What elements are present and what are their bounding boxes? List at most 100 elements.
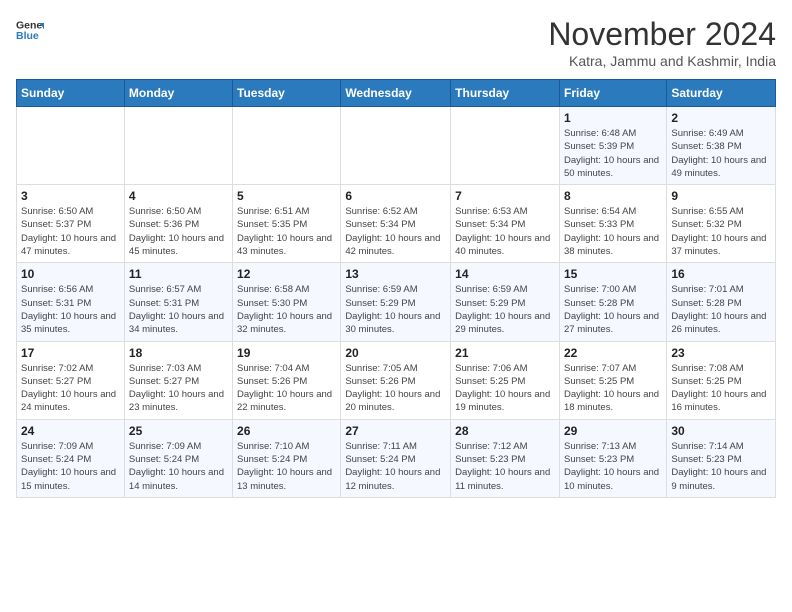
day-info: Sunrise: 7:12 AMSunset: 5:23 PMDaylight:… xyxy=(455,440,555,493)
day-info: Sunrise: 7:06 AMSunset: 5:25 PMDaylight:… xyxy=(455,362,555,415)
day-number: 30 xyxy=(671,424,771,438)
day-info: Sunrise: 7:07 AMSunset: 5:25 PMDaylight:… xyxy=(564,362,662,415)
table-cell: 23 Sunrise: 7:08 AMSunset: 5:25 PMDayligh… xyxy=(667,341,776,419)
header-monday: Monday xyxy=(124,80,232,107)
table-cell xyxy=(124,107,232,185)
header-thursday: Thursday xyxy=(451,80,560,107)
table-cell xyxy=(17,107,125,185)
day-info: Sunrise: 7:03 AMSunset: 5:27 PMDaylight:… xyxy=(129,362,228,415)
table-cell: 15 Sunrise: 7:00 AMSunset: 5:28 PMDayligh… xyxy=(559,263,666,341)
day-info: Sunrise: 7:14 AMSunset: 5:23 PMDaylight:… xyxy=(671,440,771,493)
day-info: Sunrise: 6:58 AMSunset: 5:30 PMDaylight:… xyxy=(237,283,336,336)
day-info: Sunrise: 6:48 AMSunset: 5:39 PMDaylight:… xyxy=(564,127,662,180)
table-cell: 7 Sunrise: 6:53 AMSunset: 5:34 PMDaylight… xyxy=(451,185,560,263)
table-cell: 16 Sunrise: 7:01 AMSunset: 5:28 PMDayligh… xyxy=(667,263,776,341)
week-row-4: 17 Sunrise: 7:02 AMSunset: 5:27 PMDayligh… xyxy=(17,341,776,419)
table-cell: 28 Sunrise: 7:12 AMSunset: 5:23 PMDayligh… xyxy=(451,419,560,497)
table-cell: 8 Sunrise: 6:54 AMSunset: 5:33 PMDaylight… xyxy=(559,185,666,263)
table-cell xyxy=(233,107,341,185)
table-cell: 19Sunrise: 7:04 AMSunset: 5:26 PMDayligh… xyxy=(233,341,341,419)
table-cell: 20Sunrise: 7:05 AMSunset: 5:26 PMDayligh… xyxy=(341,341,451,419)
day-number: 27 xyxy=(345,424,446,438)
day-info: Sunrise: 7:13 AMSunset: 5:23 PMDaylight:… xyxy=(564,440,662,493)
day-number: 16 xyxy=(671,267,771,281)
title-block: November 2024 Katra, Jammu and Kashmir, … xyxy=(548,16,776,69)
week-row-3: 10Sunrise: 6:56 AMSunset: 5:31 PMDayligh… xyxy=(17,263,776,341)
table-cell: 9 Sunrise: 6:55 AMSunset: 5:32 PMDaylight… xyxy=(667,185,776,263)
day-number: 9 xyxy=(671,189,771,203)
weekday-header-row: Sunday Monday Tuesday Wednesday Thursday… xyxy=(17,80,776,107)
logo: General Blue xyxy=(16,16,44,44)
day-number: 13 xyxy=(345,267,446,281)
day-info: Sunrise: 7:11 AMSunset: 5:24 PMDaylight:… xyxy=(345,440,446,493)
day-info: Sunrise: 7:08 AMSunset: 5:25 PMDaylight:… xyxy=(671,362,771,415)
table-cell: 27 Sunrise: 7:11 AMSunset: 5:24 PMDayligh… xyxy=(341,419,451,497)
day-number: 10 xyxy=(21,267,120,281)
day-info: Sunrise: 7:02 AMSunset: 5:27 PMDaylight:… xyxy=(21,362,120,415)
logo-icon: General Blue xyxy=(16,16,44,44)
day-info: Sunrise: 6:50 AMSunset: 5:36 PMDaylight:… xyxy=(129,205,228,258)
header-saturday: Saturday xyxy=(667,80,776,107)
day-number: 24 xyxy=(21,424,120,438)
day-number: 14 xyxy=(455,267,555,281)
table-cell: 12 Sunrise: 6:58 AMSunset: 5:30 PMDayligh… xyxy=(233,263,341,341)
table-cell: 21 Sunrise: 7:06 AMSunset: 5:25 PMDayligh… xyxy=(451,341,560,419)
table-cell: 25Sunrise: 7:09 AMSunset: 5:24 PMDayligh… xyxy=(124,419,232,497)
table-cell xyxy=(341,107,451,185)
day-info: Sunrise: 6:57 AMSunset: 5:31 PMDaylight:… xyxy=(129,283,228,336)
calendar-title: November 2024 xyxy=(548,16,776,53)
day-info: Sunrise: 7:00 AMSunset: 5:28 PMDaylight:… xyxy=(564,283,662,336)
day-number: 8 xyxy=(564,189,662,203)
day-number: 26 xyxy=(237,424,336,438)
table-cell: 29 Sunrise: 7:13 AMSunset: 5:23 PMDayligh… xyxy=(559,419,666,497)
day-number: 12 xyxy=(237,267,336,281)
table-cell: 26 Sunrise: 7:10 AMSunset: 5:24 PMDayligh… xyxy=(233,419,341,497)
header-wednesday: Wednesday xyxy=(341,80,451,107)
day-number: 17 xyxy=(21,346,120,360)
table-cell: 14Sunrise: 6:59 AMSunset: 5:29 PMDayligh… xyxy=(451,263,560,341)
day-number: 15 xyxy=(564,267,662,281)
week-row-5: 24 Sunrise: 7:09 AMSunset: 5:24 PMDayligh… xyxy=(17,419,776,497)
table-cell: 6 Sunrise: 6:52 AMSunset: 5:34 PMDaylight… xyxy=(341,185,451,263)
day-number: 5 xyxy=(237,189,336,203)
day-number: 28 xyxy=(455,424,555,438)
day-number: 6 xyxy=(345,189,446,203)
week-row-2: 3Sunrise: 6:50 AMSunset: 5:37 PMDaylight… xyxy=(17,185,776,263)
day-info: Sunrise: 7:01 AMSunset: 5:28 PMDaylight:… xyxy=(671,283,771,336)
day-number: 25 xyxy=(129,424,228,438)
header-tuesday: Tuesday xyxy=(233,80,341,107)
day-number: 2 xyxy=(671,111,771,125)
day-number: 29 xyxy=(564,424,662,438)
day-info: Sunrise: 6:59 AMSunset: 5:29 PMDaylight:… xyxy=(345,283,446,336)
day-number: 20 xyxy=(345,346,446,360)
header-friday: Friday xyxy=(559,80,666,107)
day-number: 22 xyxy=(564,346,662,360)
day-number: 23 xyxy=(671,346,771,360)
day-info: Sunrise: 6:51 AMSunset: 5:35 PMDaylight:… xyxy=(237,205,336,258)
day-number: 19 xyxy=(237,346,336,360)
day-info: Sunrise: 6:53 AMSunset: 5:34 PMDaylight:… xyxy=(455,205,555,258)
day-info: Sunrise: 6:49 AMSunset: 5:38 PMDaylight:… xyxy=(671,127,771,180)
table-cell: 17 Sunrise: 7:02 AMSunset: 5:27 PMDayligh… xyxy=(17,341,125,419)
table-cell: 5 Sunrise: 6:51 AMSunset: 5:35 PMDaylight… xyxy=(233,185,341,263)
day-number: 11 xyxy=(129,267,228,281)
day-number: 7 xyxy=(455,189,555,203)
table-cell xyxy=(451,107,560,185)
table-cell: 3Sunrise: 6:50 AMSunset: 5:37 PMDaylight… xyxy=(17,185,125,263)
day-number: 21 xyxy=(455,346,555,360)
table-cell: 18Sunrise: 7:03 AMSunset: 5:27 PMDayligh… xyxy=(124,341,232,419)
day-info: Sunrise: 6:54 AMSunset: 5:33 PMDaylight:… xyxy=(564,205,662,258)
week-row-1: 1 Sunrise: 6:48 AMSunset: 5:39 PMDaylight… xyxy=(17,107,776,185)
table-cell: 2 Sunrise: 6:49 AMSunset: 5:38 PMDaylight… xyxy=(667,107,776,185)
day-number: 1 xyxy=(564,111,662,125)
calendar-subtitle: Katra, Jammu and Kashmir, India xyxy=(548,53,776,69)
header-sunday: Sunday xyxy=(17,80,125,107)
day-info: Sunrise: 6:50 AMSunset: 5:37 PMDaylight:… xyxy=(21,205,120,258)
table-cell: 13 Sunrise: 6:59 AMSunset: 5:29 PMDayligh… xyxy=(341,263,451,341)
day-info: Sunrise: 6:55 AMSunset: 5:32 PMDaylight:… xyxy=(671,205,771,258)
day-info: Sunrise: 6:52 AMSunset: 5:34 PMDaylight:… xyxy=(345,205,446,258)
table-cell: 4Sunrise: 6:50 AMSunset: 5:36 PMDaylight… xyxy=(124,185,232,263)
day-info: Sunrise: 7:10 AMSunset: 5:24 PMDaylight:… xyxy=(237,440,336,493)
day-info: Sunrise: 7:09 AMSunset: 5:24 PMDaylight:… xyxy=(21,440,120,493)
table-cell: 10Sunrise: 6:56 AMSunset: 5:31 PMDayligh… xyxy=(17,263,125,341)
